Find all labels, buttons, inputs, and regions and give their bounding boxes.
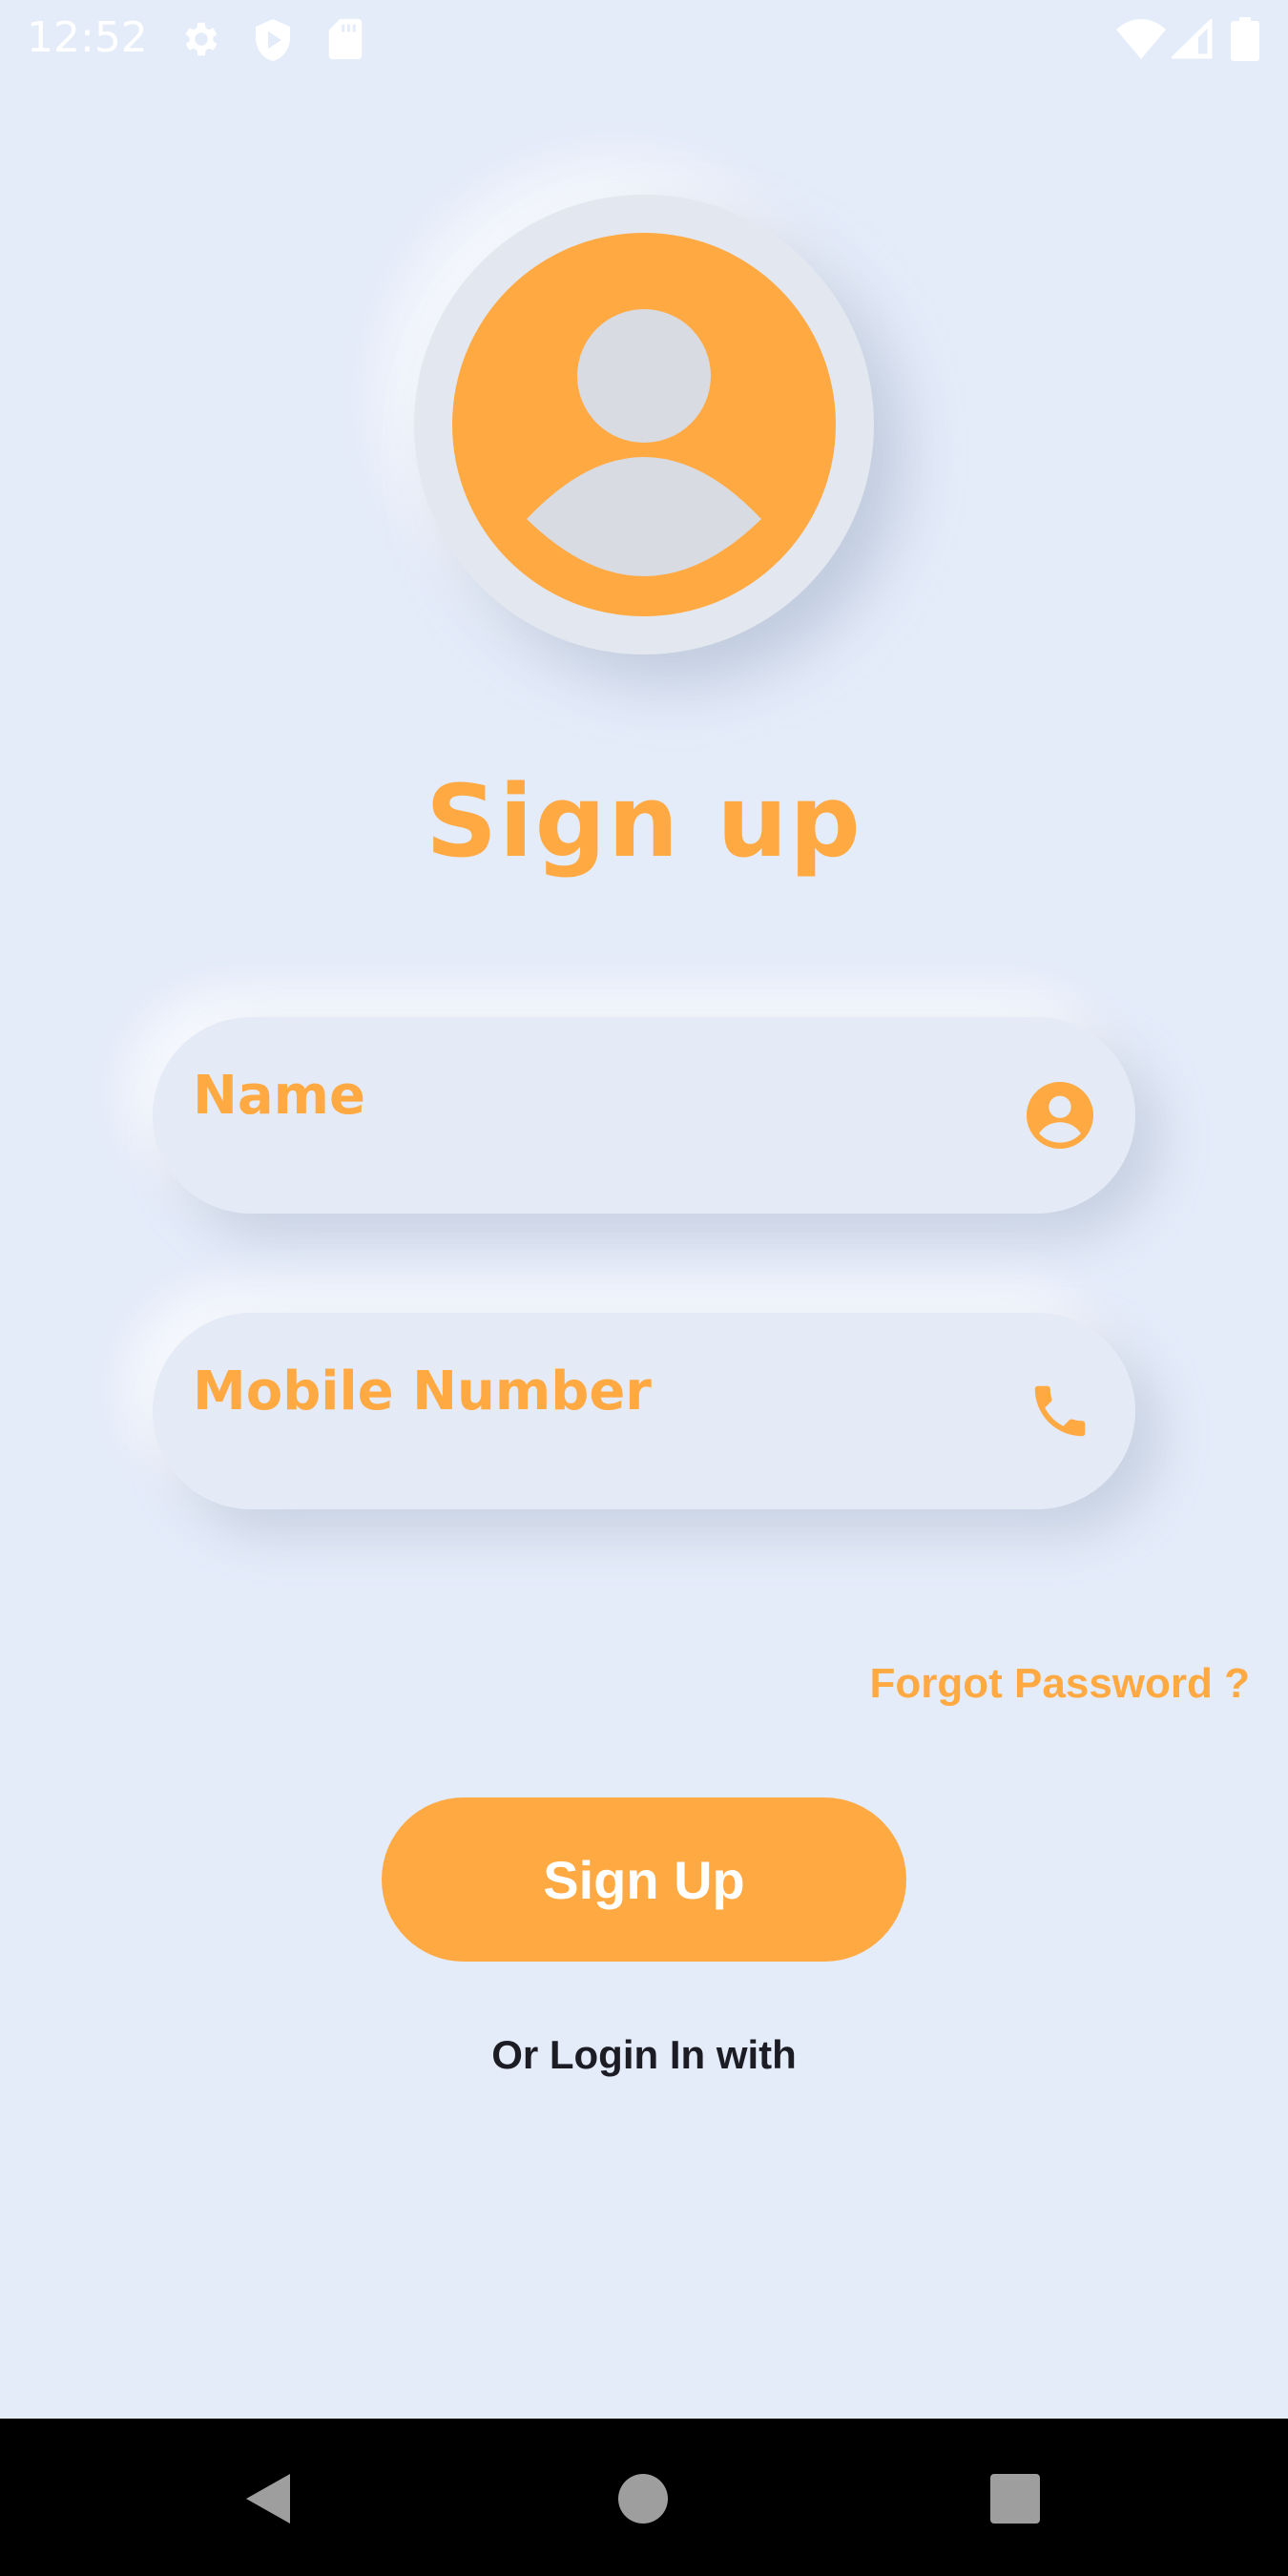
gear-icon: [179, 17, 223, 61]
page-title: Sign up: [426, 763, 862, 880]
name-field[interactable]: Name: [153, 1017, 1135, 1214]
signal-icon: [1172, 19, 1214, 59]
home-icon[interactable]: [618, 2474, 668, 2524]
navigation-bar: [0, 2419, 1288, 2576]
account-circle-icon: [1027, 1082, 1093, 1149]
name-placeholder: Name: [193, 1065, 365, 1127]
login-with-label: Or Login In with: [491, 2032, 797, 2077]
recents-icon[interactable]: [990, 2474, 1040, 2524]
phone-icon: [1027, 1378, 1093, 1444]
avatar[interactable]: [414, 195, 874, 654]
battery-icon: [1231, 17, 1259, 61]
user-avatar-icon: [452, 233, 836, 616]
wifi-icon: [1116, 19, 1166, 59]
forgot-password-link[interactable]: Forgot Password ?: [870, 1660, 1250, 1708]
mobile-number-placeholder: Mobile Number: [193, 1361, 652, 1423]
status-time: 12:52: [27, 13, 148, 62]
mobile-number-field[interactable]: Mobile Number: [153, 1313, 1135, 1509]
shield-play-icon: [252, 17, 294, 63]
status-bar: 12:52: [0, 0, 1288, 80]
sign-up-button[interactable]: Sign Up: [382, 1797, 906, 1962]
back-icon[interactable]: [240, 2470, 294, 2527]
sd-card-icon: [328, 17, 363, 61]
